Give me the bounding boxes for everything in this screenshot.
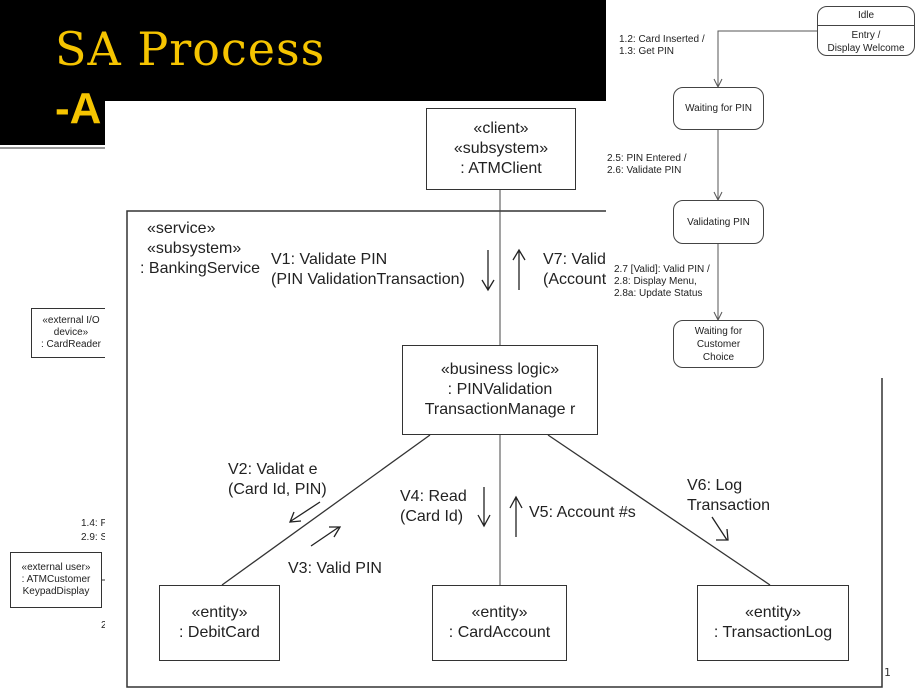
page-number: 1	[884, 666, 891, 679]
transition-label: 2.7 [Valid]: Valid PIN / 2.8: Display Me…	[614, 264, 710, 300]
transition-text: 2.8a: Update Status	[614, 288, 703, 299]
state-activity: Display Welcome	[827, 43, 905, 54]
transition-text: 1.3: Get PIN	[619, 46, 675, 57]
state-transitions	[713, 30, 817, 322]
state-validating-pin: Validating PIN	[673, 200, 764, 244]
transition-text: 2.7 [Valid]: Valid PIN /	[614, 264, 710, 275]
transition-label: 1.2: Card Inserted / 1.3: Get PIN	[619, 34, 705, 58]
state-idle: Idle Entry / Display Welcome	[817, 6, 915, 56]
transition-label: 2.5: PIN Entered / 2.6: Validate PIN	[607, 153, 687, 177]
transition-arrow-icon	[713, 30, 817, 89]
transition-arrow-icon	[713, 130, 723, 202]
transition-text: 2.6: Validate PIN	[607, 165, 682, 176]
transition-arrow-icon	[713, 244, 723, 322]
transition-text: 2.5: PIN Entered /	[607, 153, 687, 164]
state-waiting-for-pin: Waiting for PIN	[673, 87, 764, 130]
state-activity: Entry /	[851, 30, 881, 41]
state-waiting-for-customer-choice: Waiting for Customer Choice	[673, 320, 764, 368]
transition-text: 1.2: Card Inserted /	[619, 34, 705, 45]
transition-text: 2.8: Display Menu,	[614, 276, 697, 287]
state-name: Idle	[818, 7, 914, 26]
